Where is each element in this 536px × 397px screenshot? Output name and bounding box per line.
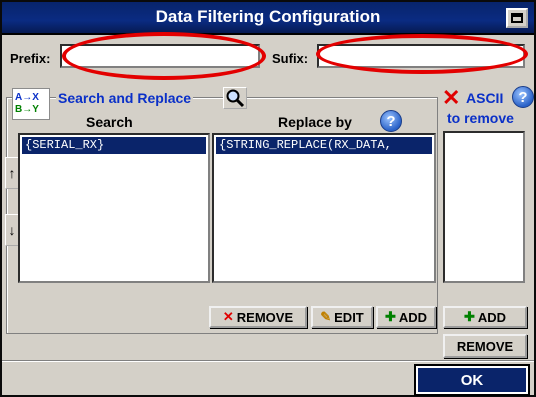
ascii-x-icon: ✕ [442,85,461,110]
ascii-list[interactable] [443,131,525,283]
add-label: ADD [398,309,428,325]
sufix-label: Sufix: [272,51,309,66]
search-list-item[interactable]: {SERIAL_RX} [22,137,206,154]
remove-label: REMOVE [236,309,294,325]
ascii-help-icon[interactable]: ? [512,86,534,108]
title-bar: Data Filtering Configuration [2,2,534,35]
replace-list[interactable]: {STRING_REPLACE(RX_DATA, [212,133,436,283]
edit-button[interactable]: ✎ EDIT [311,306,373,328]
search-replace-icon: A→X B→Y [12,88,50,120]
prefix-highlight-ellipse [62,32,266,80]
window-title: Data Filtering Configuration [155,7,381,26]
ascii-remove-button[interactable]: REMOVE [443,334,527,358]
search-list[interactable]: {SERIAL_RX} [18,133,210,283]
icon-text-a: A→X [15,92,39,103]
remove-button[interactable]: ✕ REMOVE [209,306,307,328]
help-glyph: ? [386,113,396,130]
ok-button[interactable]: OK [414,364,530,396]
ok-label: OK [460,371,484,389]
replace-list-item[interactable]: {STRING_REPLACE(RX_DATA, [216,137,432,154]
dialog-window: Data Filtering Configuration Prefix: Suf… [0,0,536,397]
help-icon[interactable]: ? [380,110,402,132]
ascii-subtitle: to remove [447,110,514,126]
pencil-icon: ✎ [320,309,332,324]
up-arrow-icon: ↑ [8,165,16,181]
move-down-button[interactable]: ↓ [5,214,19,246]
ascii-add-button[interactable]: ✚ ADD [443,306,527,328]
x-icon: ✕ [222,309,234,324]
plus-icon: ✚ [384,309,396,324]
prefix-label: Prefix: [10,51,51,66]
ascii-plus-icon: ✚ [463,309,475,324]
sufix-highlight-ellipse [316,34,528,74]
icon-text-b: B→Y [15,104,39,115]
ascii-help-glyph: ? [518,89,528,106]
maximize-icon [511,13,523,23]
add-button[interactable]: ✚ ADD [376,306,436,328]
edit-label: EDIT [334,309,364,325]
down-arrow-icon: ↓ [8,222,16,238]
ascii-title: ASCII [466,90,504,106]
search-column-header: Search [86,114,133,130]
move-up-button[interactable]: ↑ [5,157,19,189]
replace-column-header: Replace by [278,114,352,130]
maximize-button[interactable] [506,8,528,28]
ascii-add-label: ADD [477,309,507,325]
magnifier-icon [226,89,245,108]
ascii-remove-label: REMOVE [456,338,514,354]
search-replace-title: Search and Replace [56,90,194,106]
search-button[interactable] [223,87,247,109]
footer-divider [2,360,534,362]
